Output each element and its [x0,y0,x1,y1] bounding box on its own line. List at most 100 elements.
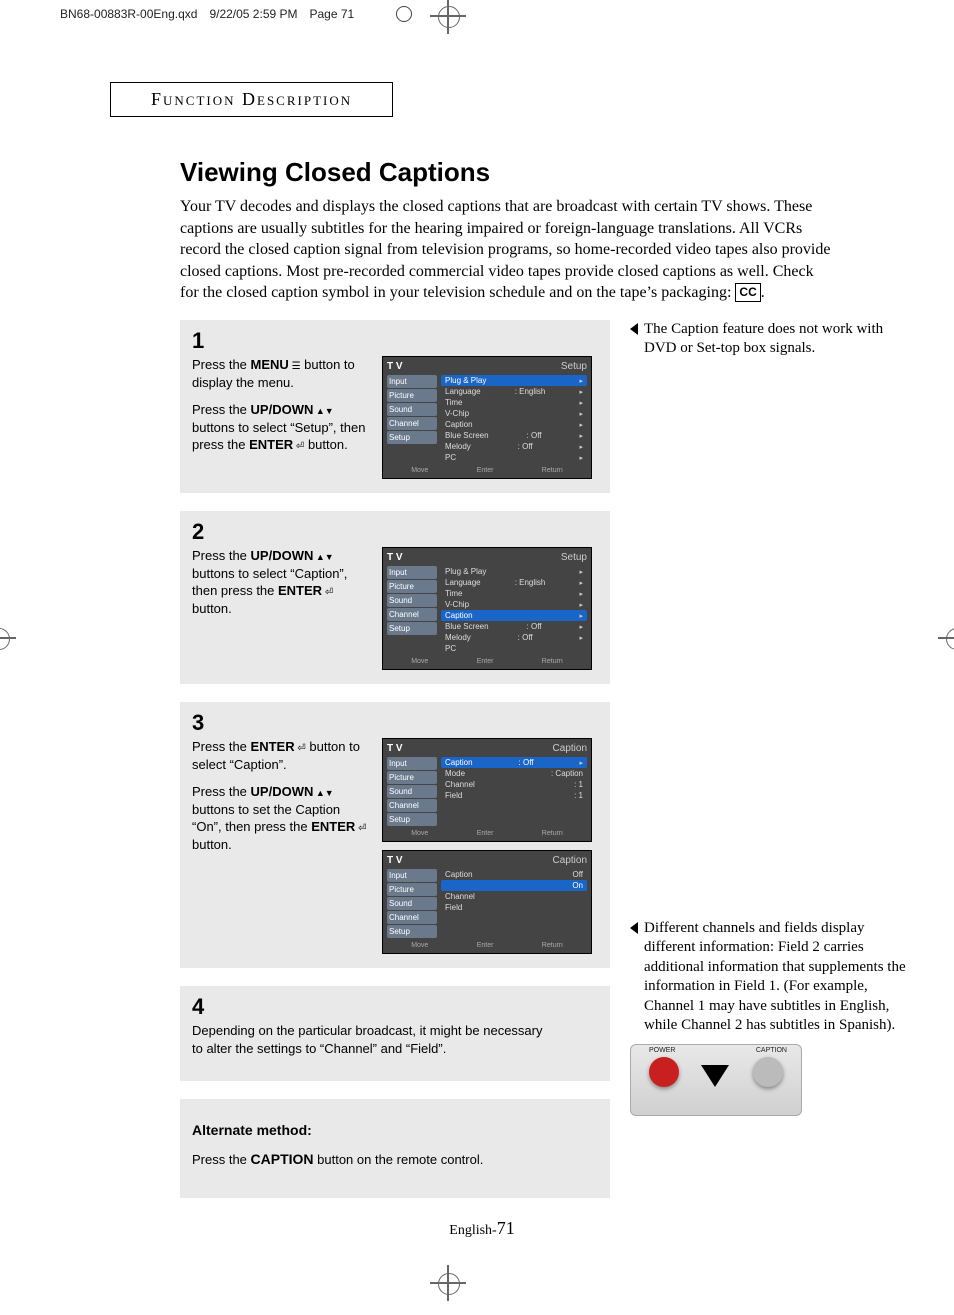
osd-tab: Sound [387,403,437,416]
osd-foot-move: Move [411,467,428,474]
osd-row-val: : Off [518,633,533,642]
step-number: 3 [192,710,598,736]
osd-row-key: Channel [445,780,475,789]
osd-row-val: : 1 [574,780,583,789]
updown-label: UP/DOWN [251,402,314,417]
osd-title: Setup [561,361,587,372]
power-button-icon [649,1057,679,1087]
osd-row-key: Caption [445,758,473,767]
arrow-down-icon [701,1065,729,1087]
osd-row-key: PC [445,644,456,653]
print-timestamp: 9/22/05 2:59 PM [209,7,297,21]
osd-tab: Input [387,566,437,579]
osd-row-key: Plug & Play [445,567,486,576]
caption-button-icon [753,1057,783,1087]
osd-tab: Picture [387,580,437,593]
up-down-icon [313,784,333,799]
osd-tab: Setup [387,925,437,938]
side-note-text: The Caption feature does not work with D… [644,321,883,357]
osd-row-key: Language [445,387,481,396]
text: Depending on the particular broadcast, i… [192,1022,552,1057]
osd-row-key: Blue Screen [445,622,489,631]
registration-dot-icon [396,6,412,22]
chevron-right-icon [579,611,583,620]
osd-row-key: Caption [445,611,473,620]
enter-label: ENTER [278,583,322,598]
page-footer: English-71 [100,1218,864,1239]
osd-foot-move: Move [411,942,428,949]
osd-screenshot-caption-off: T VCaption Input Picture Sound Channel S… [382,738,592,842]
osd-list: Plug & Play Language: English Time V-Chi… [441,375,587,463]
menu-icon [289,357,301,372]
updown-label: UP/DOWN [251,548,314,563]
text: Press the [192,739,251,754]
osd-tab: Picture [387,389,437,402]
text: button on the remote control. [314,1152,484,1167]
step-1: 1 Press the MENU button to display the m… [180,320,610,493]
text: Press the [192,1152,251,1167]
step-2: 2 Press the UP/DOWN buttons to select “C… [180,511,610,684]
osd-tab: Channel [387,608,437,621]
step-4-text: Depending on the particular broadcast, i… [192,1022,552,1057]
caption-button-label: CAPTION [251,1151,314,1167]
osd-row-key: Mode [445,769,465,778]
step-4: 4 Depending on the particular broadcast,… [180,986,610,1081]
print-page-label: Page 71 [310,7,355,21]
remote-illustration: POWER CAPTION [630,1044,802,1116]
intro-paragraph: Your TV decodes and displays the closed … [180,196,834,304]
osd-row-val: : Off [519,758,534,767]
osd-foot-move: Move [411,830,428,837]
updown-label: UP/DOWN [251,784,314,799]
chevron-right-icon [579,567,583,576]
text: Press the [192,402,251,417]
steps-column: 1 Press the MENU button to display the m… [180,320,610,1198]
osd-tab: Input [387,757,437,770]
osd-tab: Input [387,375,437,388]
osd-row-val: On [572,881,583,890]
osd-tab: Picture [387,771,437,784]
section-heading: Function Description [110,82,393,117]
remote-caption-label: CAPTION [756,1047,787,1054]
chevron-right-icon [579,758,583,767]
triangle-left-icon [630,922,638,934]
side-note-dvd: The Caption feature does not work with D… [630,320,910,359]
osd-tab: Channel [387,417,437,430]
osd-row-key: Time [445,589,462,598]
enter-icon [293,437,304,452]
side-note-fields: Different channels and fields display di… [630,919,910,1036]
osd-tv-label: T V [387,552,403,563]
osd-row-key: Field [445,791,462,800]
step-number: 2 [192,519,598,545]
osd-tabs: Input Picture Sound Channel Setup [387,375,437,463]
osd-foot-return: Return [542,942,563,949]
osd-screenshot-caption-on: T VCaption Input Picture Sound Channel S… [382,850,592,954]
osd-row-val: : Caption [551,769,583,778]
osd-row-key: Melody [445,442,471,451]
step-1-text: Press the MENU button to display the men… [192,356,372,479]
chevron-right-icon [579,622,583,631]
page: BN68-00883R-00Eng.qxd 9/22/05 2:59 PM Pa… [0,0,954,1315]
osd-row-val: : Off [527,431,542,440]
osd-tab: Channel [387,799,437,812]
chevron-right-icon [579,420,583,429]
enter-label: ENTER [251,739,295,754]
up-down-icon [313,548,333,563]
step-2-text: Press the UP/DOWN buttons to select “Cap… [192,547,372,670]
osd-row-val: Off [572,870,583,879]
osd-row-key: Caption [445,870,473,879]
text: button. [192,837,232,852]
osd-screenshot-setup-plugplay: T V Setup Input Picture Sound Channel Set… [382,356,592,479]
chevron-right-icon [579,589,583,598]
chevron-right-icon [579,600,583,609]
chevron-right-icon [579,578,583,587]
osd-tv-label: T V [387,361,403,372]
intro-text: Your TV decodes and displays the closed … [180,198,830,301]
osd-row-key: Field [445,903,462,912]
osd-row-val: : Off [518,442,533,451]
osd-row-key: V-Chip [445,600,469,609]
osd-tab: Setup [387,431,437,444]
chevron-right-icon [579,633,583,642]
osd-row-key: Caption [445,420,473,429]
text: Press the [192,548,251,563]
triangle-left-icon [630,323,638,335]
